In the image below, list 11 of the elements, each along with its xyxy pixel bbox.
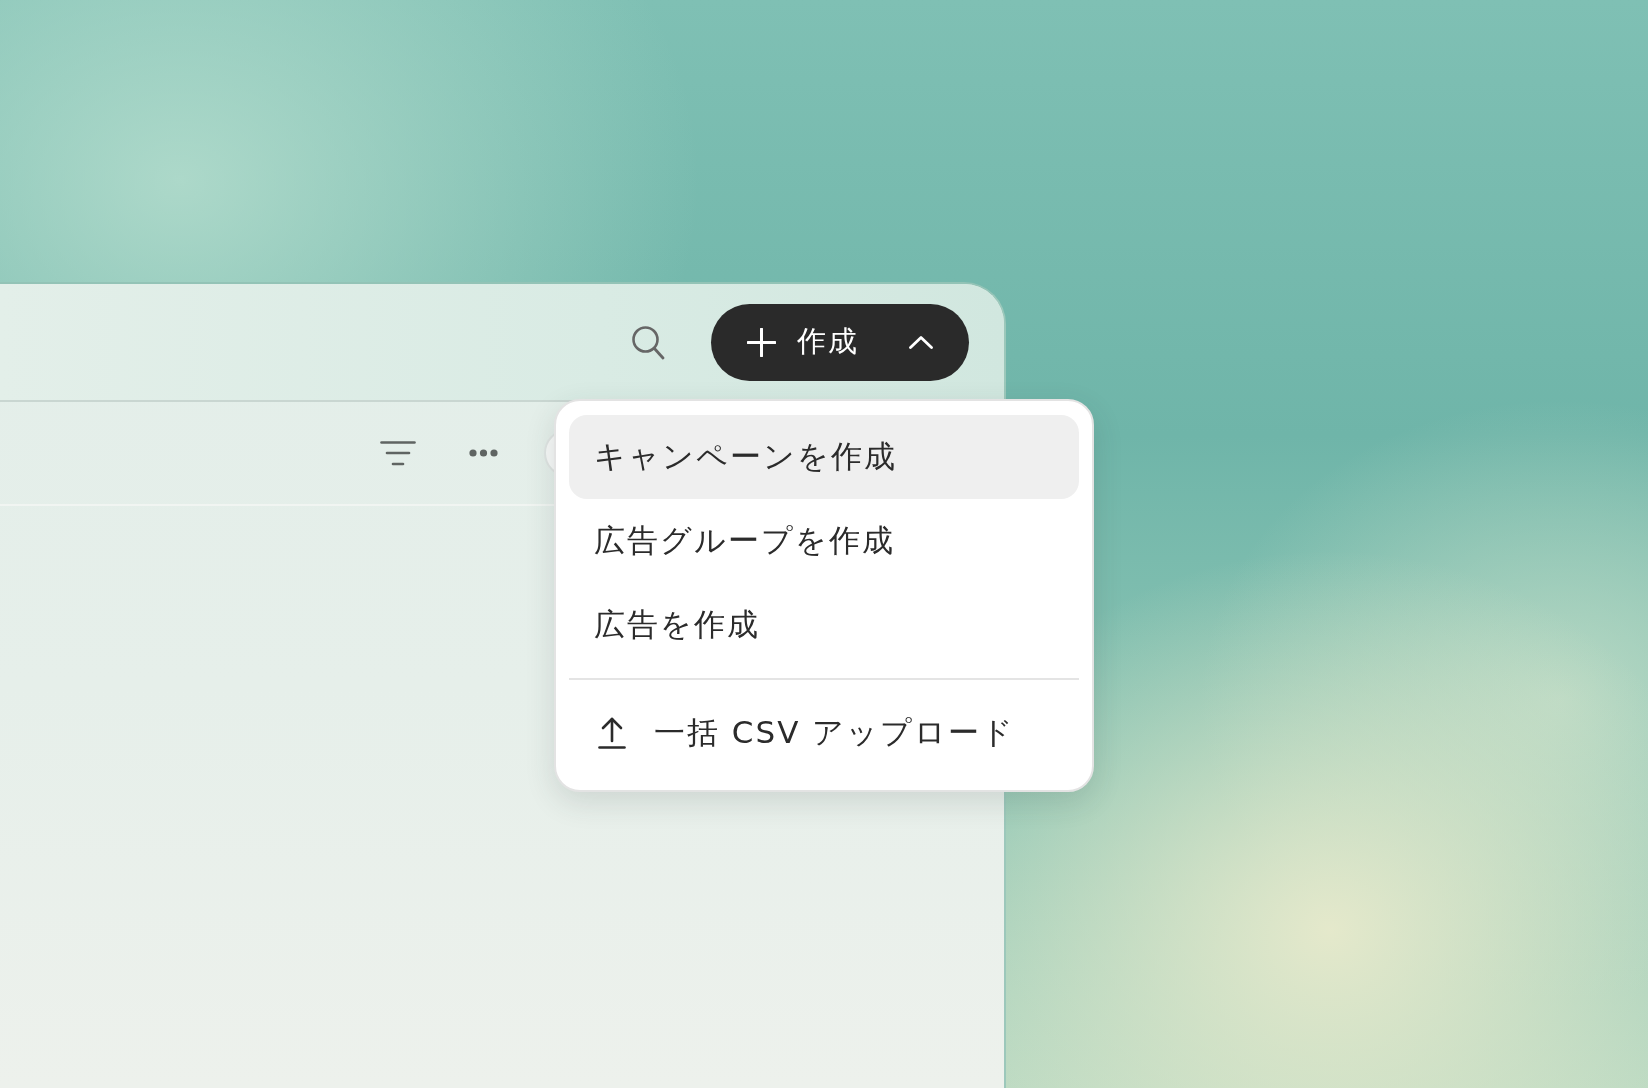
search-icon[interactable] <box>631 324 665 360</box>
plus-icon <box>747 327 776 357</box>
filter-icon[interactable] <box>380 440 416 466</box>
menu-item[interactable]: キャンペーンを作成 <box>569 415 1079 499</box>
upload-icon <box>598 717 626 749</box>
menu-item[interactable]: 一括 CSV アップロード <box>569 691 1079 775</box>
menu-item[interactable]: 広告グループを作成 <box>569 499 1079 583</box>
menu-item[interactable]: 広告を作成 <box>569 583 1079 667</box>
more-icon[interactable] <box>469 449 498 457</box>
chevron-up-icon <box>909 335 933 349</box>
create-button[interactable]: 作成 <box>711 303 969 381</box>
